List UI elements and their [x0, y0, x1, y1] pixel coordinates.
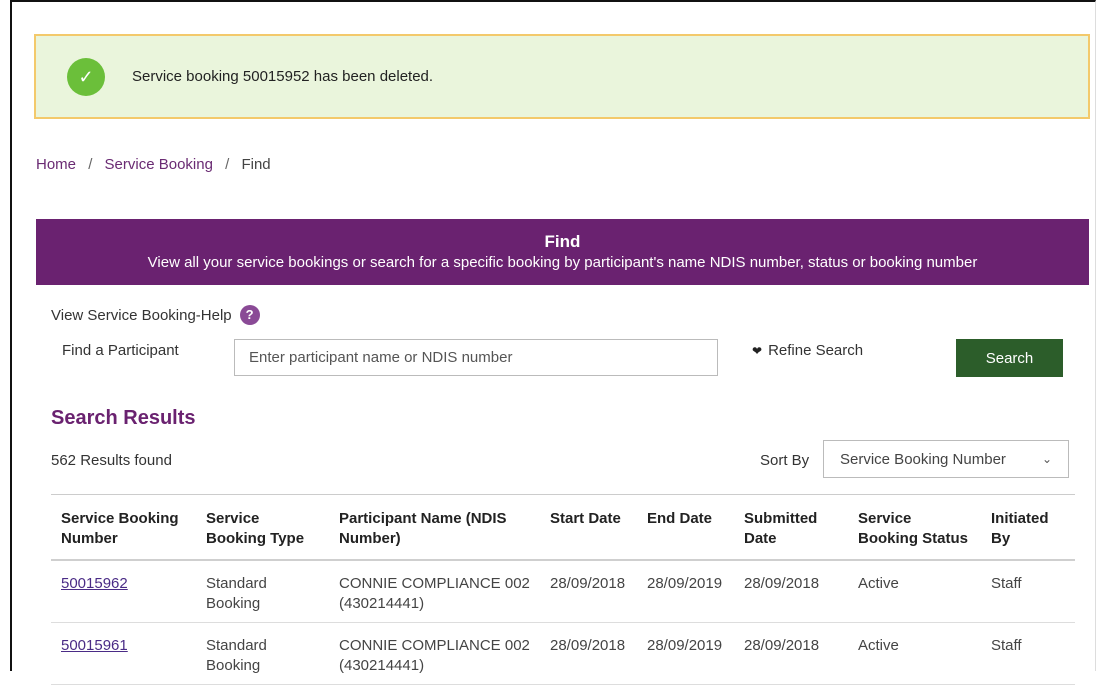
breadcrumb-separator: / — [225, 156, 230, 173]
column-header[interactable]: Service Booking Status — [848, 494, 981, 561]
sort-by-label: Sort By — [760, 452, 810, 469]
column-header[interactable]: Initiated By — [981, 494, 1075, 561]
submitted-date: 28/09/2018 — [734, 560, 848, 623]
submitted-date: 28/09/2018 — [734, 622, 848, 685]
page-banner: Find View all your service bookings or s… — [36, 219, 1089, 285]
booking-number-link[interactable]: 50015961 — [61, 637, 128, 654]
column-header[interactable]: Participant Name (NDIS Number) — [329, 494, 540, 561]
refine-search-label: Refine Search — [768, 342, 864, 359]
success-alert: ✓ Service booking 50015952 has been dele… — [34, 34, 1090, 119]
booking-status: Active — [848, 622, 981, 685]
booking-type: Standard Booking — [196, 560, 329, 623]
results-heading: Search Results — [51, 407, 196, 429]
initiated-by: Staff — [981, 622, 1075, 685]
participant-name: CONNIE COMPLIANCE 002 (430214441) — [329, 560, 540, 623]
booking-status: Active — [848, 560, 981, 623]
find-participant-label: Find a Participant — [62, 342, 179, 359]
booking-number-link[interactable]: 50015962 — [61, 575, 128, 592]
participant-search-input[interactable] — [234, 339, 718, 376]
column-header[interactable]: Submitted Date — [734, 494, 848, 561]
column-header[interactable]: End Date — [637, 494, 734, 561]
refine-search-toggle[interactable]: ❤ Refine Search — [752, 342, 863, 359]
chevron-down-icon: ⌄ — [1041, 452, 1052, 466]
sort-select[interactable]: Service Booking Number ⌄ — [823, 440, 1069, 478]
alert-message: Service booking 50015952 has been delete… — [132, 68, 434, 85]
page-title: Find — [544, 232, 581, 251]
chevron-down-icon: ❤ — [752, 343, 763, 358]
breadcrumb-current: Find — [241, 156, 271, 173]
search-button[interactable]: Search — [956, 339, 1063, 377]
column-header[interactable]: Start Date — [540, 494, 637, 561]
help-label: View Service Booking-Help — [51, 306, 232, 324]
start-date: 28/09/2018 — [540, 560, 637, 623]
breadcrumb-home[interactable]: Home — [36, 156, 76, 173]
booking-type: Standard Booking — [196, 622, 329, 685]
breadcrumb-separator: / — [88, 156, 93, 173]
table-header-row: Service Booking Number Service Booking T… — [51, 494, 1075, 561]
column-header[interactable]: Service Booking Type — [196, 494, 329, 561]
end-date: 28/09/2019 — [637, 622, 734, 685]
breadcrumb: Home / Service Booking / Find — [36, 156, 271, 173]
column-header[interactable]: Service Booking Number — [51, 494, 196, 561]
end-date: 28/09/2019 — [637, 560, 734, 623]
table-row: 50015961 Standard Booking CONNIE COMPLIA… — [51, 622, 1075, 685]
table-row: 50015962 Standard Booking CONNIE COMPLIA… — [51, 560, 1075, 623]
help-icon[interactable]: ? — [239, 305, 260, 325]
results-table: Service Booking Number Service Booking T… — [51, 494, 1075, 685]
participant-name: CONNIE COMPLIANCE 002 (430214441) — [329, 622, 540, 685]
start-date: 28/09/2018 — [540, 622, 637, 685]
sort-select-value: Service Booking Number — [840, 450, 1006, 468]
check-icon: ✓ — [67, 58, 105, 96]
page-subtitle: View all your service bookings or search… — [147, 254, 978, 271]
results-count: 562 Results found — [51, 452, 172, 469]
breadcrumb-service-booking[interactable]: Service Booking — [105, 156, 213, 173]
initiated-by: Staff — [981, 560, 1075, 623]
help-link[interactable]: View Service Booking-Help ? — [51, 305, 260, 325]
